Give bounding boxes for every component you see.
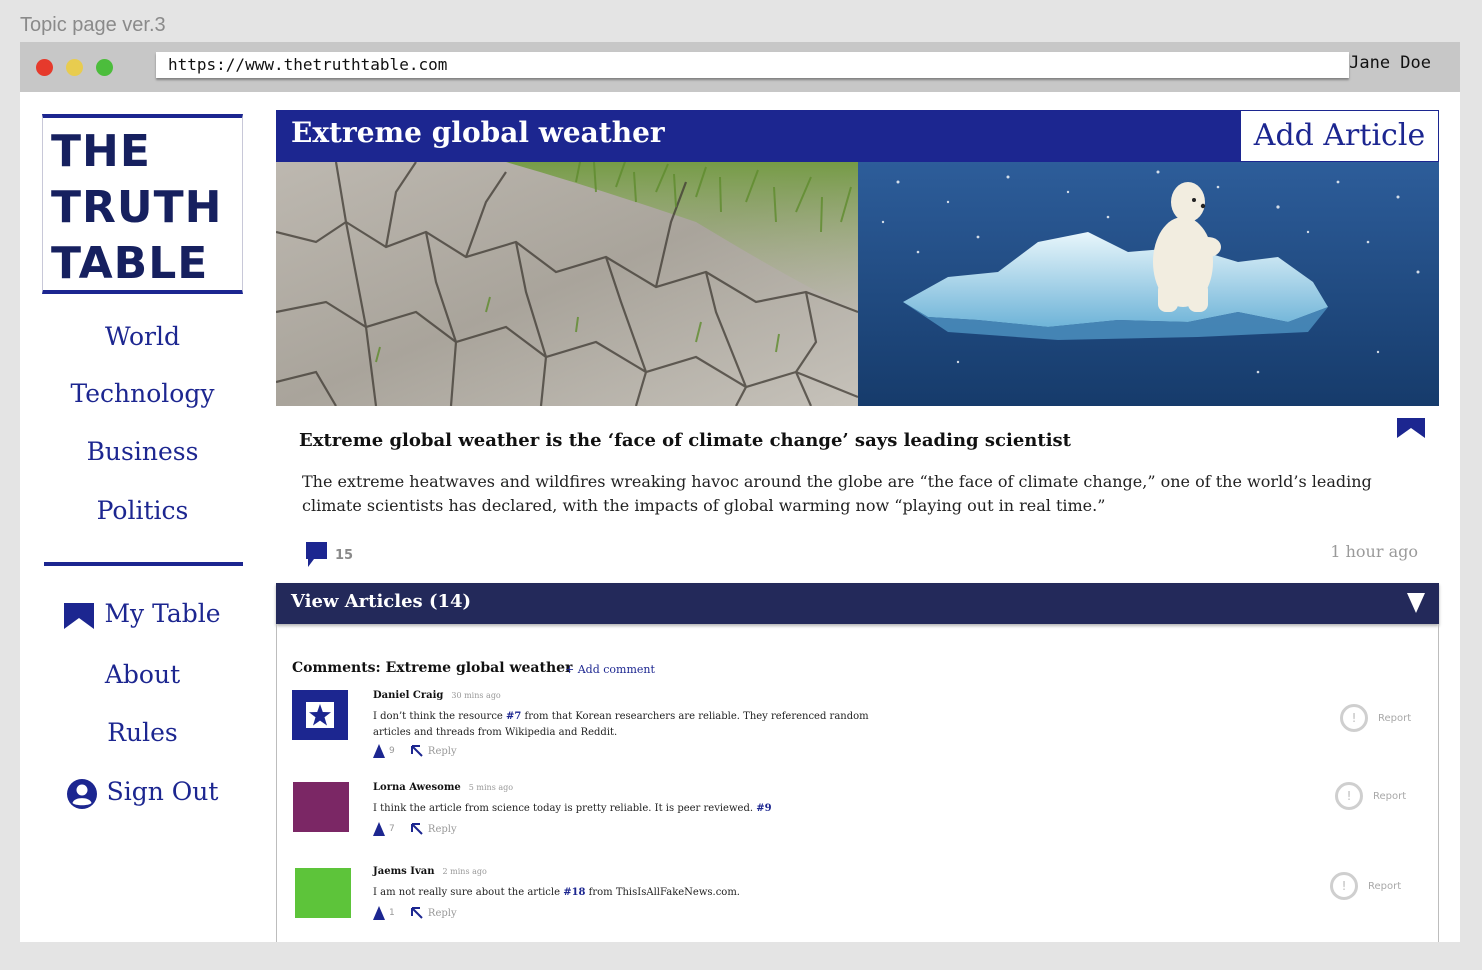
avatar[interactable]	[292, 690, 348, 740]
chevron-down-icon	[1407, 593, 1425, 613]
url-bar[interactable]: https://www.thetruthtable.com	[156, 52, 1349, 78]
reply-icon	[410, 745, 423, 757]
hero-image	[276, 162, 1439, 406]
vote-count: 1	[389, 908, 395, 918]
reply-button[interactable]: Reply	[410, 823, 457, 835]
logo-line-1: THE	[51, 126, 151, 177]
bookmark-icon[interactable]	[1397, 418, 1425, 438]
report-button[interactable]: ! Report	[1340, 704, 1411, 732]
view-articles-label: View Articles (14)	[291, 591, 472, 612]
nav-sign-out-label: Sign Out	[106, 777, 219, 806]
logo-line-3: TABLE	[51, 238, 209, 289]
report-icon: !	[1340, 704, 1368, 732]
close-window-button[interactable]	[36, 59, 53, 76]
site-logo[interactable]: THE TRUTH TABLE	[42, 114, 243, 294]
article-time: 1 hour ago	[1330, 542, 1418, 561]
nav-sign-out[interactable]: Sign Out	[42, 777, 243, 809]
comment-author-name: Daniel Craig	[373, 690, 444, 701]
nav-world[interactable]: World	[42, 322, 243, 351]
comment-item: Jaems Ivan 2 mins ago I am not really sur…	[277, 866, 1438, 942]
add-article-button[interactable]: Add Article	[1240, 110, 1439, 162]
page: THE TRUTH TABLE World Technology Busines…	[20, 92, 1460, 942]
reply-button[interactable]: Reply	[410, 907, 457, 919]
view-articles-toggle[interactable]: View Articles (14)	[276, 583, 1439, 624]
comment-article-ref[interactable]: #7	[506, 711, 521, 722]
comment-time: 2 mins ago	[442, 867, 487, 876]
logo-line-2: TRUTH	[51, 182, 223, 233]
reply-button[interactable]: Reply	[410, 745, 457, 757]
add-comment-link[interactable]: + Add comment	[565, 663, 655, 676]
nav-business[interactable]: Business	[42, 437, 243, 466]
topic-header: Extreme global weather Add Article	[276, 110, 1439, 162]
maximize-window-button[interactable]	[96, 59, 113, 76]
vote-count: 7	[389, 824, 395, 834]
article-headline[interactable]: Extreme global weather is the ‘face of c…	[299, 430, 1071, 451]
browser-bar: https://www.thetruthtable.com Jane Doe	[20, 42, 1460, 92]
report-icon: !	[1335, 782, 1363, 810]
nav-my-table-label: My Table	[104, 599, 221, 628]
comment-actions: 7 Reply	[373, 822, 457, 836]
vote-count: 9	[389, 746, 395, 756]
report-button[interactable]: ! Report	[1335, 782, 1406, 810]
minimize-window-button[interactable]	[66, 59, 83, 76]
hero-image-polar-bear	[858, 162, 1439, 406]
comment-item: Daniel Craig 30 mins ago I don’t think th…	[277, 690, 1438, 770]
report-label: Report	[1373, 791, 1407, 802]
comment-author[interactable]: Jaems Ivan 2 mins ago	[373, 866, 487, 877]
user-name[interactable]: Jane Doe	[1349, 53, 1431, 73]
comment-author-name: Jaems Ivan	[373, 866, 435, 877]
avatar[interactable]	[293, 782, 349, 832]
comment-time: 5 mins ago	[468, 783, 514, 792]
user-icon	[66, 778, 97, 809]
comment-text-part: I am not really sure about the article	[373, 887, 564, 898]
comment-text: I don’t think the resource #7 from that …	[373, 709, 893, 741]
comment-text: I am not really sure about the article #…	[373, 885, 893, 901]
comments-title: Comments: Extreme global weather	[292, 660, 573, 676]
upvote-icon[interactable]	[373, 744, 385, 758]
reply-label: Reply	[427, 823, 457, 835]
topic-title: Extreme global weather	[291, 116, 665, 149]
comment-text-part: I think the article from science today i…	[373, 803, 757, 814]
comment-author[interactable]: Daniel Craig 30 mins ago	[373, 690, 501, 701]
reply-icon	[410, 823, 423, 835]
report-button[interactable]: ! Report	[1330, 872, 1401, 900]
nav-about[interactable]: About	[42, 660, 243, 689]
comment-icon	[306, 542, 327, 567]
reply-label: Reply	[427, 907, 457, 919]
report-label: Report	[1368, 881, 1402, 892]
comment-actions: 9 Reply	[373, 744, 457, 758]
comment-author[interactable]: Lorna Awesome 5 mins ago	[373, 782, 513, 793]
report-icon: !	[1330, 872, 1358, 900]
comment-article-ref[interactable]: #9	[756, 803, 771, 814]
comment-text-part: I don’t think the resource	[373, 711, 507, 722]
article-summary: The extreme heatwaves and wildfires wrea…	[302, 472, 1372, 515]
frame-title: Topic page ver.3	[20, 14, 166, 36]
nav-technology[interactable]: Technology	[42, 379, 243, 408]
star-icon	[306, 702, 334, 728]
avatar[interactable]	[295, 868, 351, 918]
comment-text: I think the article from science today i…	[373, 801, 893, 817]
reply-label: Reply	[427, 745, 457, 757]
upvote-icon[interactable]	[373, 822, 385, 836]
comments-section: Comments: Extreme global weather + Add c…	[276, 624, 1439, 942]
comment-count: 15	[335, 548, 354, 563]
comment-text-part: from ThisIsAllFakeNews.com.	[585, 887, 740, 898]
comment-item: Lorna Awesome 5 mins ago I think the arti…	[277, 782, 1438, 862]
nav-politics[interactable]: Politics	[42, 496, 243, 525]
comment-actions: 1 Reply	[373, 906, 457, 920]
nav-my-table[interactable]: My Table	[42, 599, 243, 629]
bookmark-icon	[64, 602, 95, 629]
upvote-icon[interactable]	[373, 906, 385, 920]
comment-time: 30 mins ago	[451, 691, 501, 700]
comment-count-button[interactable]: 15	[306, 542, 353, 572]
comment-author-name: Lorna Awesome	[373, 782, 461, 793]
comment-article-ref[interactable]: #18	[563, 887, 585, 898]
nav-rules[interactable]: Rules	[42, 718, 243, 747]
nav-divider	[44, 562, 243, 566]
reply-icon	[410, 907, 423, 919]
report-label: Report	[1378, 713, 1412, 724]
hero-image-dry-earth	[276, 162, 858, 406]
